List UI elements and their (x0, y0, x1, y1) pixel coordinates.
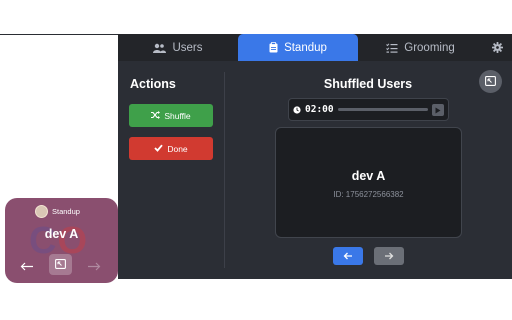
clock-icon (293, 101, 301, 119)
shuffle-button-label: Shuffle (164, 110, 191, 121)
timer-play-button[interactable] (431, 101, 444, 119)
timer-display: 02:00 (305, 104, 334, 115)
picture-in-picture-button[interactable] (479, 70, 502, 93)
arrow-right-icon (384, 247, 394, 265)
column-divider (224, 72, 225, 268)
arrow-left-icon (343, 247, 353, 265)
page-background (0, 0, 512, 34)
done-button[interactable]: Done (129, 137, 213, 160)
timer-widget: 02:00 (288, 98, 449, 121)
extension-panel: Users Standup Grooming Actions Shuffle D… (118, 34, 512, 279)
tab-standup-label: Standup (284, 41, 327, 54)
overlay-next-button[interactable] (87, 259, 101, 274)
arrow-right-icon (87, 259, 101, 274)
clipboard-icon (269, 42, 278, 53)
arrow-left-icon (20, 259, 34, 274)
tab-users[interactable]: Users (118, 34, 238, 61)
tab-grooming[interactable]: Grooming (358, 34, 483, 61)
overlay-restore-button[interactable] (49, 254, 72, 275)
actions-heading: Actions (130, 77, 176, 91)
current-user-id: ID: 1756272566382 (333, 190, 404, 199)
tab-users-label: Users (172, 41, 203, 54)
top-divider (0, 34, 118, 35)
pip-icon (55, 256, 66, 274)
previous-user-button[interactable] (333, 247, 363, 265)
next-user-button[interactable] (374, 247, 404, 265)
overlay-header: Standup (35, 205, 80, 218)
overlay-previous-button[interactable] (20, 259, 34, 274)
done-button-label: Done (167, 143, 188, 154)
shuffle-icon (151, 110, 161, 121)
tab-bar: Users Standup Grooming (118, 34, 512, 61)
overlay-header-label: Standup (52, 207, 80, 216)
users-icon (153, 43, 167, 53)
tab-standup[interactable]: Standup (238, 34, 358, 61)
play-icon (435, 101, 441, 119)
shuffle-button[interactable]: Shuffle (129, 104, 213, 127)
list-check-icon (386, 42, 398, 53)
shuffled-users-heading: Shuffled Users (323, 77, 413, 91)
check-icon (154, 144, 164, 154)
current-user-name: dev A (351, 169, 386, 183)
overlay-user-name: dev A (44, 227, 79, 241)
floating-standup-overlay[interactable]: CO Standup dev A (5, 198, 118, 283)
tab-grooming-label: Grooming (404, 41, 455, 54)
timer-progress-track[interactable] (337, 108, 428, 111)
pip-icon (485, 73, 496, 91)
gear-icon (492, 42, 503, 53)
settings-button[interactable] (483, 34, 512, 61)
current-user-card: dev A ID: 1756272566382 (275, 127, 462, 238)
avatar (35, 205, 48, 218)
